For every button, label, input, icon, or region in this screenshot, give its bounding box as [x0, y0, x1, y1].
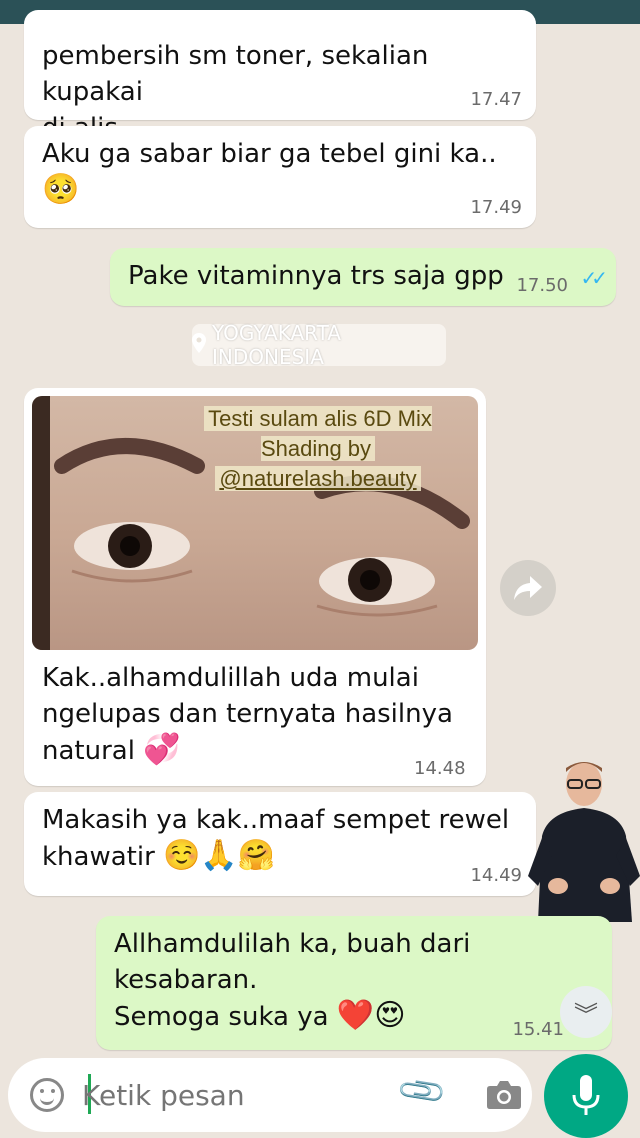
- message-incoming[interactable]: Aku ga sabar biar ga tebel gini ka.. 🥺 1…: [24, 126, 536, 228]
- message-text: Allhamdulilah ka, buah dari kesabaran. S…: [114, 929, 471, 1032]
- mic-icon: [572, 1075, 600, 1115]
- heart-eyes-emojis: ❤️😍: [336, 998, 406, 1033]
- camera-icon[interactable]: [486, 1078, 522, 1110]
- message-time: 17.50: [516, 275, 568, 296]
- message-outgoing[interactable]: Pake vitaminnya trs saja gpp 17.50 ✓✓: [110, 248, 616, 306]
- location-text: YOGYAKARTA INDONESIA: [212, 321, 341, 369]
- location-chip: YOGYAKARTA INDONESIA: [192, 321, 446, 369]
- message-time: 14.48: [414, 758, 466, 779]
- message-incoming[interactable]: pembersih sm toner, sekalian kupakai di …: [24, 10, 536, 143]
- photo-caption-line1: Testi sulam alis 6D Mix Shading by: [204, 406, 432, 461]
- photo-caption-line2: @naturelash.beauty: [215, 466, 421, 491]
- forward-icon: [514, 576, 542, 600]
- photo-caption: Testi sulam alis 6D Mix Shading by @natu…: [166, 404, 470, 494]
- double-check-icon: ✓✓: [580, 266, 607, 290]
- message-input[interactable]: [80, 1072, 384, 1120]
- emoji-icon[interactable]: [30, 1078, 64, 1112]
- two-hearts-emoji: 💞: [143, 732, 181, 767]
- message-time: 14.49: [470, 865, 522, 886]
- message-text: Kak..alhamdulillah uda mulai ngelupas da…: [42, 663, 453, 766]
- attach-icon[interactable]: 📎: [394, 1064, 449, 1119]
- message-text-block: Kak..alhamdulillah uda mulai ngelupas da…: [42, 660, 472, 769]
- message-time: 17.47: [470, 89, 522, 110]
- message-time: 17.49: [470, 197, 522, 218]
- location-pin-icon: [192, 332, 206, 358]
- sign-language-presenter: [528, 756, 640, 922]
- eyebrow-photo[interactable]: Testi sulam alis 6D Mix Shading by @natu…: [32, 396, 478, 650]
- message-outgoing[interactable]: Allhamdulilah ka, buah dari kesabaran. S…: [96, 916, 612, 1050]
- scroll-to-bottom-button[interactable]: ︾: [560, 986, 612, 1038]
- mic-button[interactable]: [544, 1054, 628, 1138]
- message-incoming[interactable]: Makasih ya kak..maaf sempet rewel khawat…: [24, 792, 536, 896]
- reaction-emojis: ☺️🙏🤗: [163, 838, 276, 873]
- forward-button[interactable]: [500, 560, 556, 616]
- message-time: 15.41: [512, 1019, 564, 1040]
- message-text: Aku ga sabar biar ga tebel gini ka..: [42, 139, 497, 169]
- message-composer: 📎: [8, 1058, 532, 1132]
- message-text: Makasih ya kak..maaf sempet rewel khawat…: [42, 805, 510, 872]
- double-chevron-down-icon: ︾: [574, 1000, 598, 1029]
- pleading-face-emoji: 🥺: [42, 172, 80, 207]
